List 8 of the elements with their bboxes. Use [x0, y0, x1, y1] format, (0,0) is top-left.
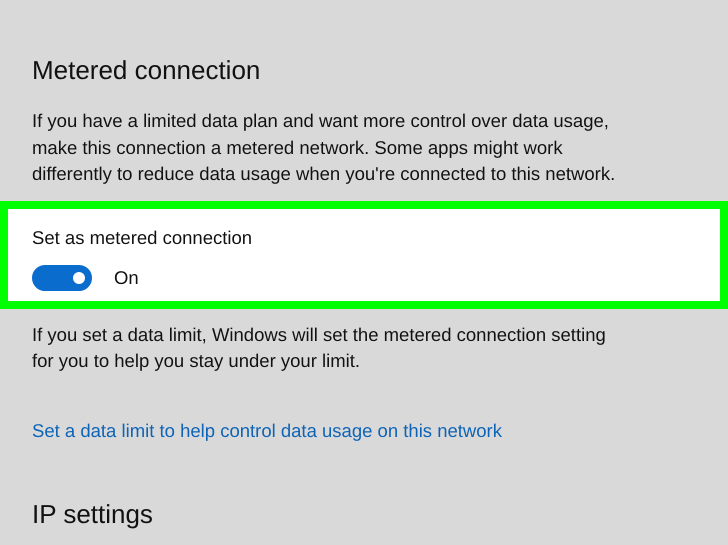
description-text: If you have a limited data plan and want more control over data usage, make this connection a metered network. Some apps might work differently to reduce data usage when you're connected to this network.	[32, 109, 616, 186]
toggle-switch[interactable]	[32, 264, 92, 290]
setting-label: Set as metered connection	[32, 226, 254, 250]
data-limit-link[interactable]: Set a data limit to help control data usage on this network	[32, 420, 502, 442]
section-title: Metered connection	[32, 54, 262, 86]
section-title: IP settings	[32, 498, 154, 530]
toggle-state-text: On	[114, 266, 139, 288]
limit-note-text: If you set a data limit, Windows will set the metered connection setting for you to help you stay under your limit.	[32, 322, 607, 373]
